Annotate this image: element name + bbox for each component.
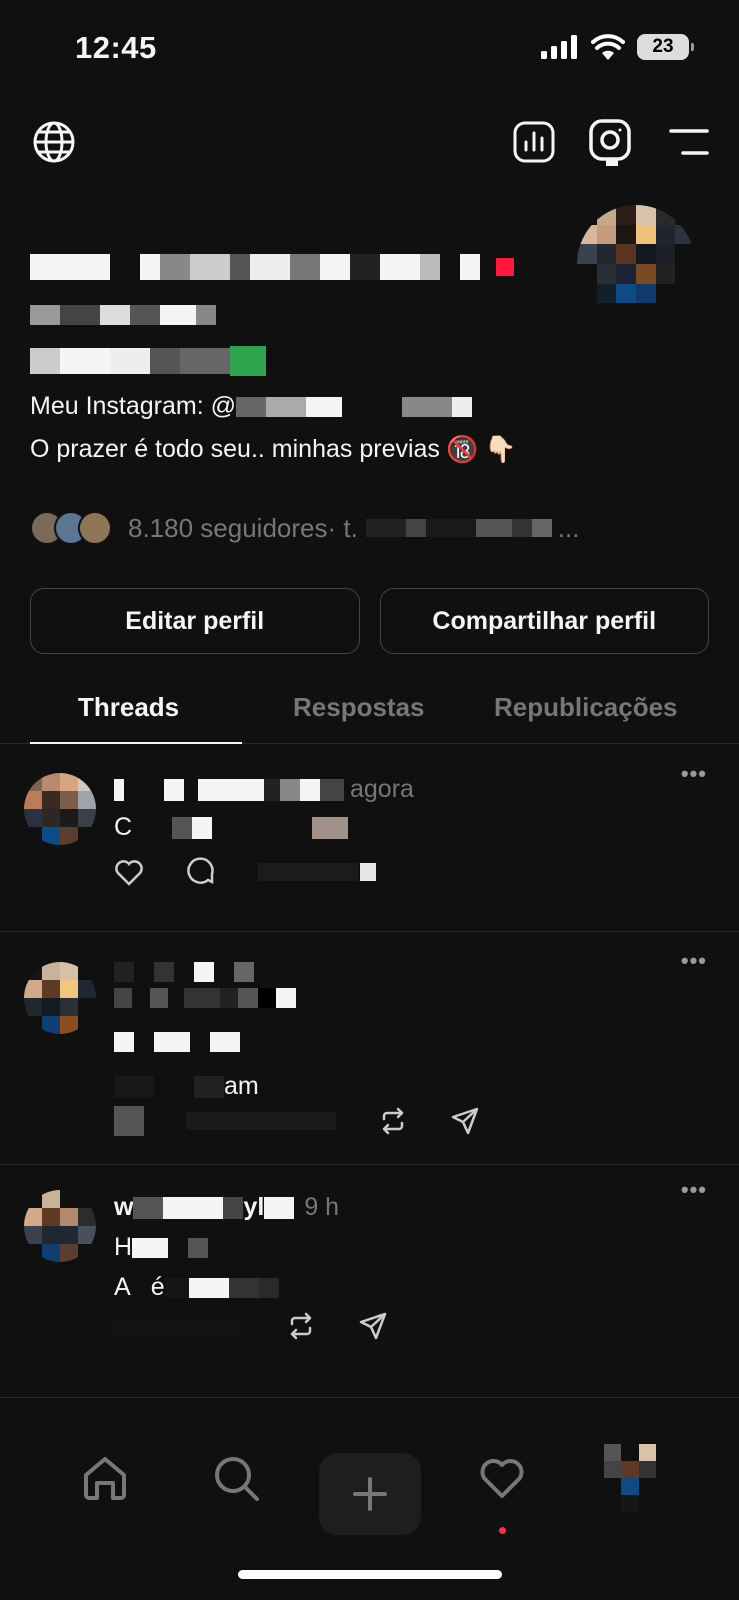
share-icon[interactable] <box>358 1311 388 1341</box>
globe-icon[interactable] <box>30 118 78 166</box>
plus-icon <box>353 1477 387 1511</box>
censored-like <box>114 1106 144 1136</box>
post-avatar[interactable] <box>24 773 96 845</box>
share-icon[interactable] <box>450 1106 480 1136</box>
profile-handle-censored <box>30 305 216 327</box>
post-more-icon[interactable]: ••• <box>681 761 707 787</box>
profile-tabs: Threads Respostas Republicações <box>0 680 739 744</box>
comment-icon[interactable] <box>186 857 216 887</box>
status-time: 12:45 <box>75 30 157 65</box>
post-actions <box>114 1106 480 1136</box>
battery-indicator: 23 <box>637 34 694 60</box>
home-indicator <box>238 1570 502 1579</box>
profile-tab-avatar[interactable] <box>600 1444 660 1512</box>
notification-dot <box>499 1527 506 1534</box>
profile-name-censored <box>30 252 514 282</box>
cellular-signal-icon <box>541 35 577 59</box>
post-header <box>114 962 254 982</box>
wifi-icon <box>591 34 625 60</box>
post-body: C <box>114 813 349 842</box>
tab-threads[interactable]: Threads <box>78 692 179 723</box>
instagram-icon[interactable] <box>586 118 634 166</box>
post-header-line <box>114 988 296 1008</box>
censored-stats <box>114 1316 244 1336</box>
profile-actions: Editar perfil Compartilhar perfil <box>30 588 709 654</box>
menu-icon[interactable] <box>665 118 713 166</box>
post-more-icon[interactable]: ••• <box>681 1177 707 1203</box>
active-tab-indicator <box>30 742 242 744</box>
post-more-icon[interactable]: ••• <box>681 948 707 974</box>
post-body <box>114 1032 240 1052</box>
bio-instagram-prefix: Meu Instagram: @ <box>30 392 237 420</box>
repost-icon[interactable] <box>378 1106 408 1136</box>
post-time: 9 h <box>304 1193 340 1221</box>
post-body-line-2: am <box>114 1072 259 1101</box>
post-body-line-2: A é <box>114 1273 279 1302</box>
bio-line-1: Meu Instagram: @ <box>30 392 473 421</box>
censored-stats <box>186 1112 336 1130</box>
repost-icon[interactable] <box>286 1311 316 1341</box>
post-avatar[interactable] <box>24 962 96 1034</box>
tab-republicacoes[interactable]: Republicações <box>494 692 678 723</box>
create-post-button[interactable] <box>319 1453 421 1535</box>
bio-line-2: O prazer é todo seu.. minhas previas 🔞 👇… <box>30 434 517 465</box>
profile-avatar[interactable] <box>577 205 695 323</box>
status-icons: 23 <box>541 34 694 60</box>
share-profile-button[interactable]: Compartilhar perfil <box>379 588 709 654</box>
post-actions <box>114 857 376 887</box>
bio-text: O prazer é todo seu.. minhas previas <box>30 435 440 463</box>
thread-post[interactable]: agora C ••• <box>0 745 739 932</box>
post-avatar[interactable] <box>24 1190 96 1262</box>
post-body: H <box>114 1233 209 1262</box>
censored-stats <box>258 863 358 881</box>
thread-post[interactable]: am ••• <box>0 932 739 1165</box>
profile-avatar-small <box>604 1444 656 1512</box>
profile-subtitle-censored <box>30 346 266 376</box>
tab-respostas[interactable]: Respostas <box>293 692 425 723</box>
search-icon[interactable] <box>206 1448 266 1508</box>
insights-icon[interactable] <box>510 118 558 166</box>
activity-heart-icon[interactable] <box>472 1448 532 1508</box>
edit-profile-button[interactable]: Editar perfil <box>30 588 360 654</box>
post-header: w yl 9 h <box>114 1193 340 1221</box>
post-time: agora <box>350 775 414 803</box>
follower-avatar <box>78 511 112 545</box>
like-icon[interactable] <box>114 857 144 887</box>
adult-content-emoji: 🔞 <box>445 434 479 464</box>
followers-count[interactable]: 8.180 seguidores · t. ... <box>128 513 580 544</box>
thread-post[interactable]: w yl 9 h H A é ••• <box>0 1165 739 1398</box>
post-header: agora <box>114 775 414 804</box>
pointing-down-emoji: 👇🏻 <box>484 434 517 464</box>
post-actions <box>114 1311 388 1341</box>
status-bar: 12:45 23 <box>0 0 739 100</box>
home-icon[interactable] <box>75 1448 135 1508</box>
top-bar <box>0 118 739 174</box>
followers-row[interactable]: 8.180 seguidores · t. ... <box>30 510 580 546</box>
